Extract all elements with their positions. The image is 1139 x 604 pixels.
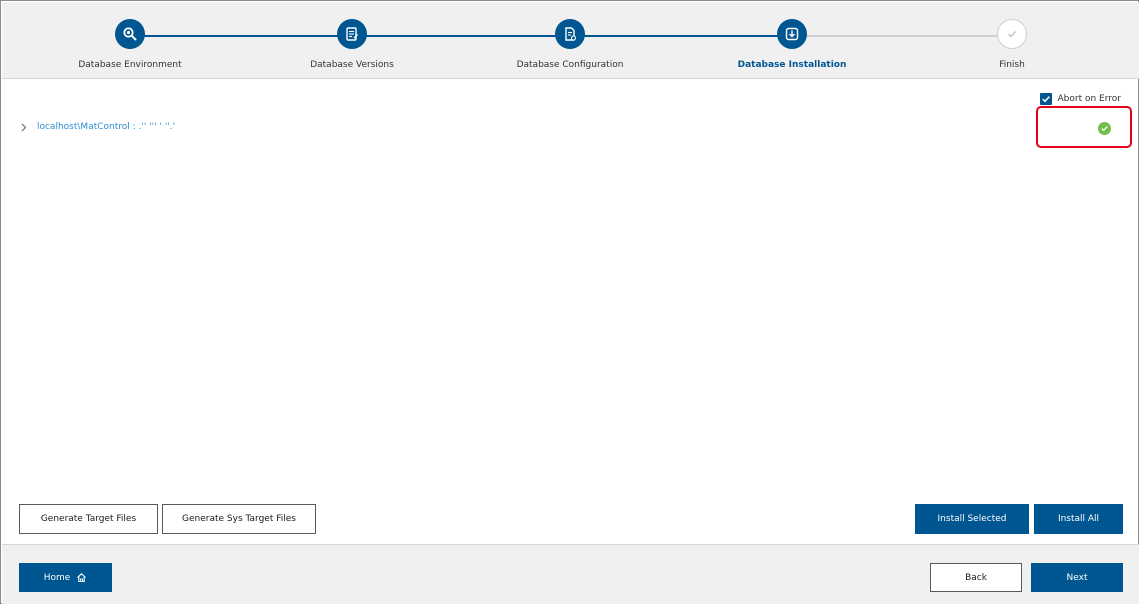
success-status-icon	[1098, 122, 1111, 135]
step-circle	[337, 19, 367, 49]
install-selected-button[interactable]: Install Selected	[915, 504, 1029, 534]
home-icon	[77, 573, 87, 583]
check-icon	[1008, 31, 1016, 38]
search-icon	[123, 27, 137, 41]
checkmark-icon	[1041, 96, 1050, 103]
step-label: Finish	[999, 60, 1025, 70]
step-database-installation[interactable]: Database Installation	[692, 19, 892, 70]
generate-sys-target-files-button[interactable]: Generate Sys Target Files	[162, 504, 316, 534]
back-button[interactable]: Back	[930, 563, 1022, 592]
step-database-environment[interactable]: Database Environment	[30, 19, 230, 70]
config-document-icon	[565, 27, 577, 41]
step-circle	[115, 19, 145, 49]
step-label: Database Installation	[737, 60, 847, 70]
database-tree-item[interactable]: localhost\MatControl : .'' ''' ' ''.'	[21, 122, 175, 132]
step-label: Database Versions	[310, 60, 394, 70]
step-finish[interactable]: Finish	[912, 19, 1112, 70]
install-all-button[interactable]: Install All	[1034, 504, 1123, 534]
step-database-versions[interactable]: Database Versions	[252, 19, 452, 70]
step-circle	[777, 19, 807, 49]
status-highlight-box	[1036, 106, 1132, 148]
home-button[interactable]: Home	[19, 563, 112, 592]
wizard-stepper: Database Environment Database Versions D…	[2, 2, 1139, 79]
next-button[interactable]: Next	[1031, 563, 1123, 592]
download-icon	[785, 27, 799, 41]
abort-on-error-checkbox[interactable]	[1039, 93, 1052, 105]
chevron-right-icon[interactable]	[21, 122, 29, 132]
abort-on-error-label: Abort on Error	[1057, 94, 1121, 104]
generate-target-files-button[interactable]: Generate Target Files	[19, 504, 158, 534]
abort-on-error-option[interactable]: Abort on Error	[1039, 93, 1121, 105]
step-database-configuration[interactable]: Database Configuration	[470, 19, 670, 70]
database-tree-item-label[interactable]: localhost\MatControl : .'' ''' ' ''.'	[37, 122, 175, 132]
app-window: Database Environment Database Versions D…	[0, 0, 1139, 604]
home-button-label: Home	[43, 572, 71, 583]
versions-document-icon	[346, 27, 358, 41]
step-circle	[555, 19, 585, 49]
step-label: Database Configuration	[516, 60, 624, 70]
step-circle	[997, 19, 1027, 49]
step-label: Database Environment	[78, 60, 182, 70]
